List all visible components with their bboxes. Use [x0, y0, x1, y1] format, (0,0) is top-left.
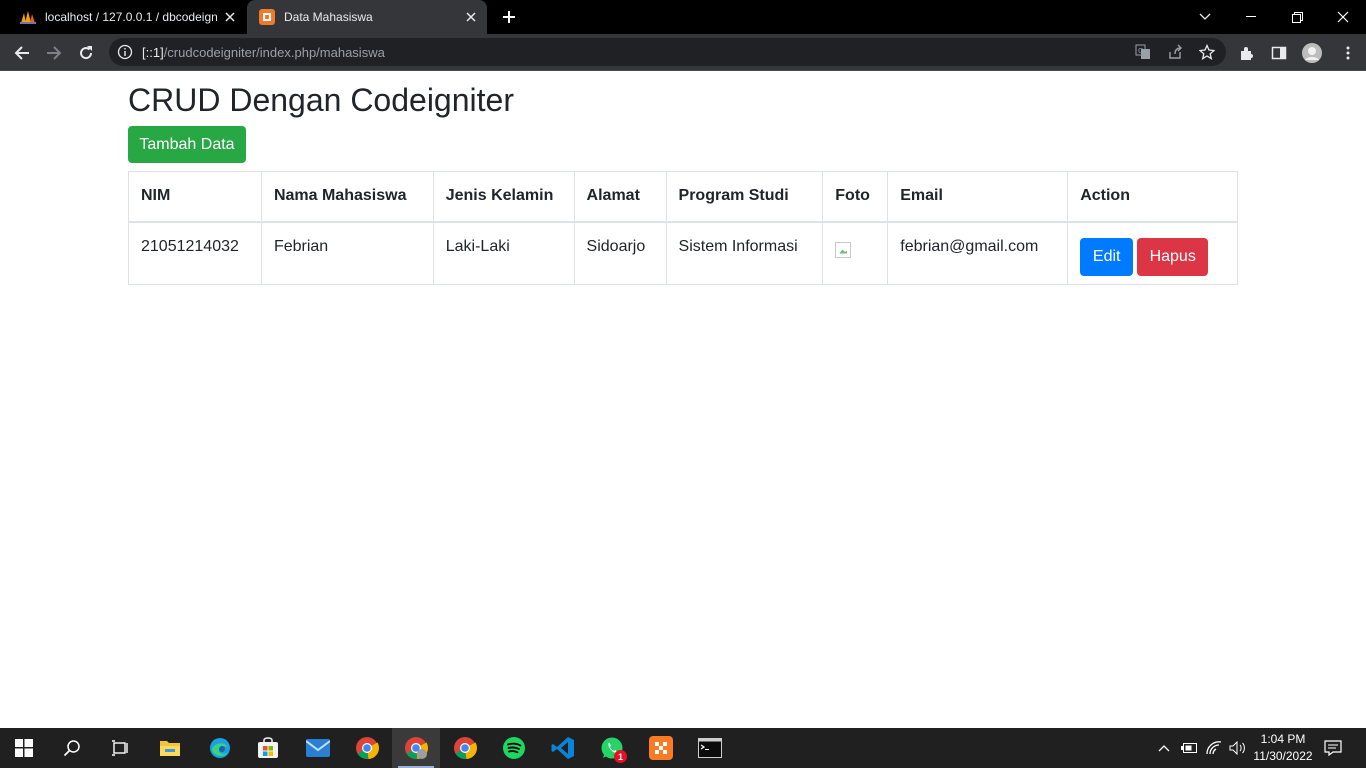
vscode-icon[interactable]: [539, 728, 587, 768]
table-row: 21051214032 Febrian Laki-Laki Sidoarjo S…: [128, 221, 1238, 285]
column-header: Foto: [822, 171, 889, 223]
translate-icon[interactable]: G: [1134, 43, 1152, 61]
broken-image-icon: [835, 241, 852, 258]
clock-time: 1:04 PM: [1260, 732, 1306, 746]
add-data-button[interactable]: Tambah Data: [128, 126, 246, 163]
new-tab-icon[interactable]: [498, 6, 520, 28]
tab-title: localhost / 127.0.0.1 / dbcodeign: [45, 10, 218, 24]
mail-icon[interactable]: [294, 728, 342, 768]
close-window-icon[interactable]: [1320, 0, 1366, 34]
search-icon[interactable]: [48, 728, 96, 768]
clock-date: 11/30/2022: [1253, 749, 1313, 763]
browser-toolbar: [::1]/crudcodeigniter/index.php/mahasisw…: [0, 34, 1366, 71]
column-header: Program Studi: [665, 171, 824, 223]
cell-foto: [822, 221, 889, 285]
page-title: CRUD Dengan Codeigniter: [128, 82, 514, 118]
chrome-menu-icon[interactable]: [1334, 39, 1362, 67]
column-header: Action: [1067, 171, 1238, 223]
close-tab-icon[interactable]: [218, 5, 242, 29]
task-view-icon[interactable]: [96, 728, 144, 768]
column-header: Jenis Kelamin: [432, 171, 575, 223]
site-info-icon[interactable]: [117, 44, 133, 60]
cell-nama: Febrian: [260, 221, 434, 285]
phpmyadmin-icon: [20, 9, 36, 25]
cell-nim: 21051214032: [128, 221, 262, 285]
system-clock[interactable]: 1:04 PM 11/30/2022: [1246, 731, 1320, 765]
whatsapp-icon[interactable]: 1: [588, 728, 636, 768]
cell-email: febrian@gmail.com: [887, 221, 1069, 285]
file-explorer-icon[interactable]: [146, 728, 194, 768]
store-icon[interactable]: [244, 728, 292, 768]
chrome-icon[interactable]: [343, 728, 391, 768]
battery-icon[interactable]: [1178, 728, 1200, 768]
cell-jenis-kelamin: Laki-Laki: [432, 221, 575, 285]
share-icon[interactable]: [1166, 43, 1184, 61]
close-tab-icon[interactable]: [459, 5, 483, 29]
side-panel-icon[interactable]: [1265, 39, 1293, 67]
tab-strip: localhost / 127.0.0.1 / dbcodeign Data M…: [0, 0, 1366, 34]
delete-button[interactable]: Hapus: [1137, 237, 1209, 276]
tab-phpmyadmin[interactable]: localhost / 127.0.0.1 / dbcodeign: [8, 0, 246, 34]
forward-icon[interactable]: [40, 39, 68, 67]
reload-icon[interactable]: [72, 39, 100, 67]
tab-data-mahasiswa[interactable]: Data Mahasiswa: [247, 0, 487, 34]
minimize-icon[interactable]: [1228, 0, 1274, 34]
page-content: CRUD Dengan Codeigniter Tambah Data NIM …: [0, 71, 1366, 728]
windows-taskbar: 1 1:04 PM 11/30/2022: [0, 728, 1366, 768]
mahasiswa-table: NIM Nama Mahasiswa Jenis Kelamin Alamat …: [128, 171, 1238, 285]
restore-icon[interactable]: [1274, 0, 1320, 34]
edit-button[interactable]: Edit: [1080, 237, 1134, 276]
column-header: Alamat: [573, 171, 667, 223]
url-text: [::1]/crudcodeigniter/index.php/mahasisw…: [142, 45, 385, 60]
notification-center-icon[interactable]: [1320, 728, 1346, 768]
show-hidden-icons-icon[interactable]: [1154, 728, 1174, 768]
column-header: Nama Mahasiswa: [260, 171, 434, 223]
terminal-icon[interactable]: [686, 728, 734, 768]
xampp-icon[interactable]: [637, 728, 685, 768]
chrome-icon[interactable]: [441, 728, 489, 768]
start-icon[interactable]: [0, 728, 48, 768]
wifi-icon[interactable]: [1203, 728, 1225, 768]
cell-program-studi: Sistem Informasi: [665, 221, 824, 285]
profile-avatar-icon[interactable]: [1298, 39, 1326, 67]
back-icon[interactable]: [8, 39, 36, 67]
cell-action: Edit Hapus: [1067, 221, 1238, 285]
bookmark-star-icon[interactable]: [1198, 43, 1216, 61]
edge-icon[interactable]: [196, 728, 244, 768]
tab-title: Data Mahasiswa: [284, 10, 373, 24]
cell-alamat: Sidoarjo: [573, 221, 667, 285]
tab-search-icon[interactable]: [1182, 0, 1228, 34]
column-header: Email: [887, 171, 1069, 223]
extensions-icon[interactable]: [1233, 39, 1261, 67]
table-header-row: NIM Nama Mahasiswa Jenis Kelamin Alamat …: [128, 171, 1238, 223]
column-header: NIM: [128, 171, 262, 223]
codeigniter-icon: [259, 9, 275, 25]
spotify-icon[interactable]: [490, 728, 538, 768]
svg-text:G: G: [1138, 47, 1143, 55]
notification-badge: 1: [614, 750, 627, 763]
chrome-icon[interactable]: [392, 728, 440, 768]
address-bar[interactable]: [::1]/crudcodeigniter/index.php/mahasisw…: [109, 38, 1226, 66]
